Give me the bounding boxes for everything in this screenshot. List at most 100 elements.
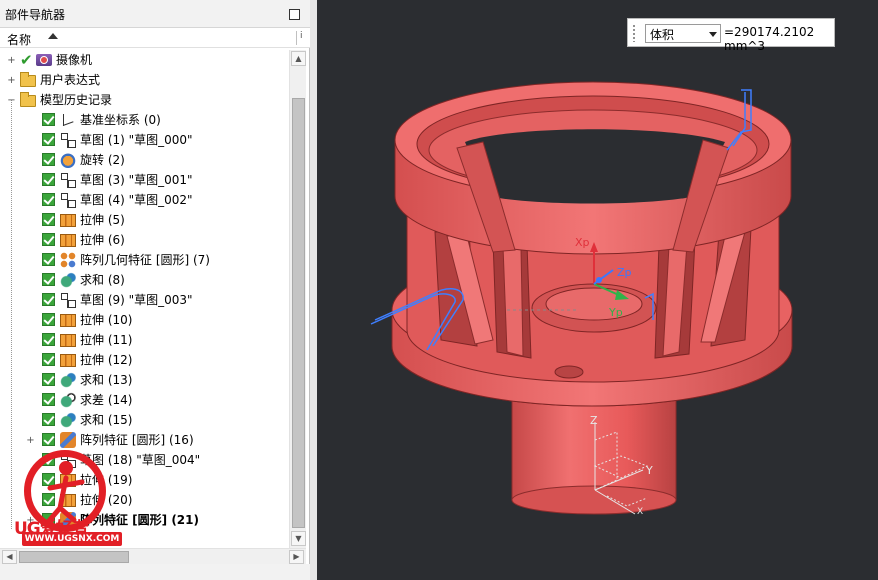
- datum-csys-icon: [60, 112, 76, 128]
- tree-node[interactable]: 旋转 (2): [0, 150, 289, 170]
- feature-checkbox[interactable]: [42, 153, 55, 166]
- tree-node[interactable]: 基准坐标系 (0): [0, 110, 289, 130]
- sort-ascending-icon: [48, 33, 58, 39]
- folder-open-icon: [20, 92, 36, 107]
- tree-node[interactable]: − 模型历史记录: [0, 90, 289, 110]
- feature-checkbox[interactable]: [42, 113, 55, 126]
- tree-node-label: 草图 (3) "草图_001": [80, 173, 193, 187]
- datum-z-label: Z: [590, 414, 598, 427]
- tree-node[interactable]: 拉伸 (11): [0, 330, 289, 350]
- tree-node-label: 模型历史记录: [40, 93, 113, 107]
- tree-node-label: 基准坐标系 (0): [80, 113, 161, 127]
- feature-checkbox[interactable]: [42, 213, 55, 226]
- tree-node[interactable]: 草图 (9) "草图_003": [0, 290, 289, 310]
- shaft: [511, 391, 677, 515]
- tree-node-label: 拉伸 (12): [80, 353, 133, 367]
- tree-node-label: 拉伸 (5): [80, 213, 125, 227]
- scroll-down-button[interactable]: ▼: [291, 531, 306, 546]
- tree-node[interactable]: 求和 (8): [0, 270, 289, 290]
- extrude-icon: [60, 354, 76, 367]
- sketch-icon: [60, 292, 76, 308]
- column-header: 名称 i: [0, 28, 310, 48]
- scroll-right-button[interactable]: ▶: [289, 550, 304, 564]
- tree-node-label: 阵列几何特征 [圆形] (7): [80, 253, 210, 267]
- part-navigator-panel: 部件导航器 名称 i + ✔ 摄像机 + 用户表达式 − 模型历史记录基准坐标系 (0) 草图…: [0, 0, 310, 580]
- measure-type-select[interactable]: 体积: [645, 24, 721, 43]
- tree-node-label: 草图 (1) "草图_000": [80, 133, 193, 147]
- folder-icon: [20, 72, 36, 87]
- feature-checkbox[interactable]: [42, 413, 55, 426]
- scroll-thumb[interactable]: [292, 98, 305, 528]
- expand-icon[interactable]: +: [7, 76, 16, 86]
- tree-node-label: 用户表达式: [40, 73, 101, 87]
- extrude-icon: [60, 334, 76, 347]
- expand-icon[interactable]: +: [26, 436, 35, 446]
- vertical-scrollbar[interactable]: ▲ ▼: [289, 50, 306, 548]
- maximize-icon[interactable]: [289, 9, 300, 20]
- feature-checkbox[interactable]: [42, 173, 55, 186]
- toolbar-grip-icon[interactable]: [632, 24, 636, 42]
- feature-checkbox[interactable]: [42, 393, 55, 406]
- tree-node[interactable]: + 阵列特征 [圆形] (16): [0, 430, 289, 450]
- feature-checkbox[interactable]: [42, 433, 55, 446]
- measure-type-value: 体积: [650, 28, 675, 42]
- model-view: Xp Yp Zp Z Y X: [370, 81, 793, 517]
- subtract-icon: [60, 392, 76, 408]
- watermark-logo: UG爱好者 WWW.UGSNX.COM: [10, 448, 132, 548]
- feature-checkbox[interactable]: [42, 353, 55, 366]
- tree-node[interactable]: 拉伸 (10): [0, 310, 289, 330]
- scroll-left-button[interactable]: ◀: [2, 550, 17, 564]
- tree-node-label: 摄像机: [56, 53, 93, 67]
- feature-checkbox[interactable]: [42, 133, 55, 146]
- sketch-icon: [60, 132, 76, 148]
- tree-node[interactable]: + ✔ 摄像机: [0, 50, 289, 70]
- tree-node[interactable]: 草图 (4) "草图_002": [0, 190, 289, 210]
- column-name-header[interactable]: 名称: [7, 31, 31, 48]
- feature-checkbox[interactable]: [42, 193, 55, 206]
- tree-node[interactable]: + 用户表达式: [0, 70, 289, 90]
- tree-node[interactable]: 求和 (13): [0, 370, 289, 390]
- tree-node-label: 求和 (15): [80, 413, 133, 427]
- feature-checkbox[interactable]: [42, 273, 55, 286]
- scroll-up-button[interactable]: ▲: [291, 51, 306, 66]
- unite-icon: [60, 272, 76, 288]
- feature-checkbox[interactable]: [42, 333, 55, 346]
- collapse-icon[interactable]: −: [7, 96, 16, 106]
- tree-node[interactable]: 阵列几何特征 [圆形] (7): [0, 250, 289, 270]
- tree-node[interactable]: 拉伸 (6): [0, 230, 289, 250]
- camera-icon: [36, 54, 52, 66]
- tree-node[interactable]: 拉伸 (12): [0, 350, 289, 370]
- feature-checkbox[interactable]: [42, 313, 55, 326]
- panel-splitter[interactable]: [310, 0, 317, 580]
- navigator-bottom-strip: [0, 564, 310, 580]
- tree-node[interactable]: 求和 (15): [0, 410, 289, 430]
- revolve-icon: [60, 152, 76, 168]
- feature-checkbox[interactable]: [42, 373, 55, 386]
- feature-checkbox[interactable]: [42, 293, 55, 306]
- upper-ring: [394, 81, 792, 255]
- unite-icon: [60, 372, 76, 388]
- feature-checkbox[interactable]: [42, 253, 55, 266]
- extrude-icon: [60, 214, 76, 227]
- horizontal-scrollbar[interactable]: ◀ ▶: [0, 548, 306, 564]
- chevron-down-icon[interactable]: [709, 32, 717, 37]
- unite-icon: [60, 412, 76, 428]
- tree-node[interactable]: 拉伸 (5): [0, 210, 289, 230]
- pattern-geometry-icon: [60, 252, 76, 268]
- pattern-feature-icon: [60, 432, 76, 448]
- column-separator[interactable]: [296, 31, 297, 45]
- tree-node[interactable]: 求差 (14): [0, 390, 289, 410]
- tree-node-label: 拉伸 (11): [80, 333, 133, 347]
- checkmark-icon: ✔: [20, 51, 33, 69]
- navigator-title: 部件导航器: [5, 8, 66, 22]
- graphics-viewport[interactable]: Xp Yp Zp Z Y X 体积 =290174.2102 mm^3: [317, 0, 878, 580]
- expand-icon[interactable]: +: [7, 56, 16, 66]
- tree-node-label: 求和 (13): [80, 373, 133, 387]
- column2-header[interactable]: i: [300, 31, 303, 41]
- tree-node[interactable]: 草图 (1) "草图_000": [0, 130, 289, 150]
- tree-node[interactable]: 草图 (3) "草图_001": [0, 170, 289, 190]
- datum-y-label: Y: [645, 464, 653, 477]
- hscroll-thumb[interactable]: [19, 551, 129, 563]
- feature-checkbox[interactable]: [42, 233, 55, 246]
- extrude-icon: [60, 314, 76, 327]
